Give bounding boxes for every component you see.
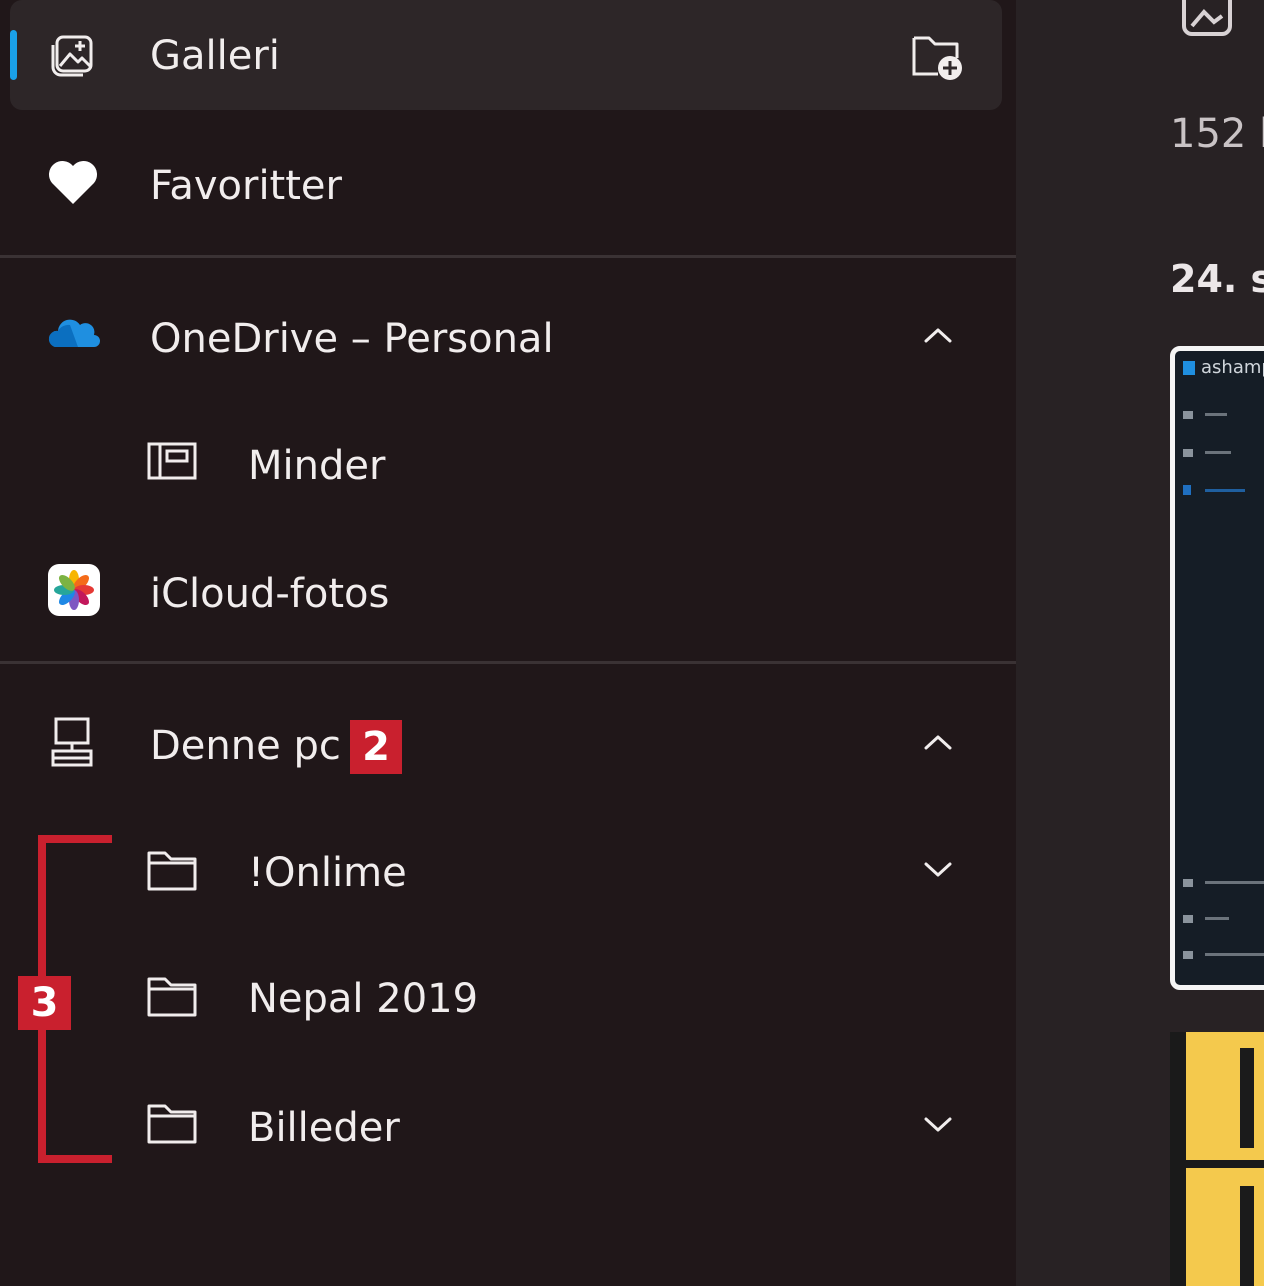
sidebar-item-favorites[interactable]: Favoritter [10,128,1002,238]
thumb-row-line [1205,489,1245,492]
thumb-row-marker [1183,449,1193,457]
sidebar-item-label: !Onlime [248,850,407,896]
computer-icon [51,717,93,767]
thumb-row-line [1205,451,1231,454]
onedrive-cloud-icon [48,319,100,347]
sidebar-item-this-pc[interactable]: Denne pc [10,690,1002,800]
thumb-row-marker [1183,879,1193,887]
sidebar-folder-item[interactable]: Nepal 2019 [10,945,1002,1055]
annotation-badge-2: 2 [350,720,402,774]
sidebar-item-label: Favoritter [150,163,342,209]
sidebar-folder-item[interactable]: Billeder [10,1072,1002,1182]
add-folder-icon[interactable] [910,30,966,82]
sidebar-folder-item[interactable]: !Onlime [10,817,1002,927]
thumb-digit-stroke [1240,1186,1254,1286]
thumb-row-line [1205,413,1227,416]
sidebar-item-label: OneDrive – Personal [150,316,554,362]
folder-icon [147,1104,197,1144]
thumb-row-line [1205,917,1229,920]
thumb-row-line [1205,881,1264,884]
folder-icon [147,851,197,891]
photo-thumbnail[interactable]: ashamp [1170,346,1264,990]
thumb-row-line [1205,953,1264,956]
main-content: 152 b 24. s ashamp [1016,0,1264,1286]
photo-count-text: 152 b [1170,111,1264,157]
thumb-digit-stroke [1240,1048,1254,1148]
sidebar-item-label: Nepal 2019 [248,976,479,1022]
thumb-row-marker [1183,915,1193,923]
sidebar-item-onedrive[interactable]: OneDrive – Personal [10,283,1002,393]
icloud-photos-icon [48,564,100,616]
sidebar-item-label: Galleri [150,33,280,79]
annotation-badge-3: 3 [18,976,71,1030]
sidebar-item-label: Minder [248,443,386,489]
gallery-header-icon [1182,0,1232,36]
chevron-down-icon[interactable] [922,1114,954,1134]
divider [0,255,1016,258]
chevron-up-icon[interactable] [922,325,954,345]
gallery-icon [51,35,93,77]
date-heading: 24. s [1170,257,1264,301]
thumb-row-marker [1183,485,1191,495]
thumb-row-marker [1183,411,1193,419]
sidebar-item-label: Denne pc [150,723,341,769]
sidebar-item-label: Billeder [248,1105,400,1151]
folder-icon [147,977,197,1017]
selection-indicator [10,30,17,80]
app-logo-icon [1183,361,1195,375]
chevron-down-icon[interactable] [922,859,954,879]
thumb-row-marker [1183,951,1193,959]
thumbnail-caption: ashamp [1201,357,1264,378]
navigation-sidebar: Galleri Favoritter OneDrive – Personal M… [0,0,1016,1286]
heart-icon [48,160,98,204]
sidebar-item-label: iCloud-fotos [150,571,390,617]
memories-icon [147,442,197,480]
chevron-up-icon[interactable] [922,732,954,752]
sidebar-item-gallery[interactable]: Galleri [10,0,1002,110]
sidebar-item-icloud[interactable]: iCloud-fotos [10,538,1002,648]
sidebar-item-memories[interactable]: Minder [10,410,1002,520]
divider [0,661,1016,664]
photo-thumbnail[interactable] [1170,1032,1264,1286]
